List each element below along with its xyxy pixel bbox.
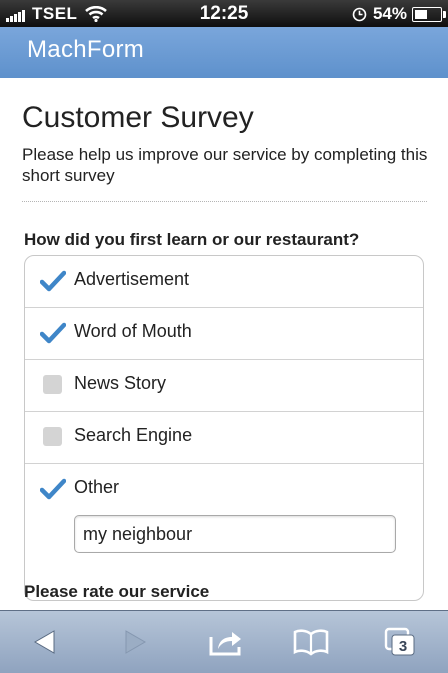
option-label: Other	[74, 477, 120, 497]
forward-button[interactable]	[115, 623, 155, 661]
option-other[interactable]: Other	[25, 464, 423, 600]
browser-toolbar: 3	[0, 610, 448, 673]
option-label: Search Engine	[74, 425, 193, 445]
option-label: Advertisement	[74, 269, 190, 289]
alarm-clock-icon	[352, 7, 367, 21]
tabs-pages-icon: 3	[384, 627, 415, 656]
bookmarks-book-icon	[293, 629, 329, 656]
checkbox-group: Advertisement Word of Mouth News Story S…	[24, 255, 424, 601]
share-button[interactable]	[206, 623, 246, 661]
bookmarks-button[interactable]	[291, 623, 331, 661]
form-description: Please help us improve our service by co…	[22, 145, 428, 185]
question-label: How did you first learn or our restauran…	[24, 230, 360, 249]
share-icon	[209, 632, 241, 656]
other-text-input[interactable]	[74, 515, 396, 553]
tabs-count: 3	[399, 638, 407, 655]
battery-level	[415, 9, 427, 19]
option-word-of-mouth[interactable]: Word of Mouth	[25, 308, 423, 360]
back-arrow-icon	[34, 630, 55, 654]
form-title: Customer Survey	[22, 101, 254, 134]
checkmark-icon[interactable]	[39, 270, 67, 292]
checkmark-icon[interactable]	[39, 322, 67, 344]
option-search-engine[interactable]: Search Engine	[25, 412, 423, 464]
option-label: Word of Mouth	[74, 321, 192, 341]
checkmark-icon[interactable]	[39, 478, 67, 500]
tabs-button[interactable]: 3	[380, 623, 420, 661]
divider	[22, 201, 427, 202]
forward-arrow-icon	[125, 630, 146, 654]
battery-percent: 54%	[372, 4, 407, 23]
form-content: Customer Survey Please help us improve o…	[0, 78, 448, 610]
back-button[interactable]	[25, 623, 65, 661]
question-label: Please rate our service	[24, 582, 210, 601]
status-bar: TSEL 12:25 54%	[0, 0, 448, 27]
unchecked-checkbox-icon[interactable]	[43, 375, 62, 394]
unchecked-checkbox-icon[interactable]	[43, 427, 62, 446]
machform-logo: MachForm	[27, 36, 145, 63]
option-label: News Story	[74, 373, 167, 393]
battery-icon	[412, 6, 446, 22]
option-advertisement[interactable]: Advertisement	[25, 256, 423, 308]
option-news-story[interactable]: News Story	[25, 360, 423, 412]
app-header: MachForm	[0, 27, 448, 78]
